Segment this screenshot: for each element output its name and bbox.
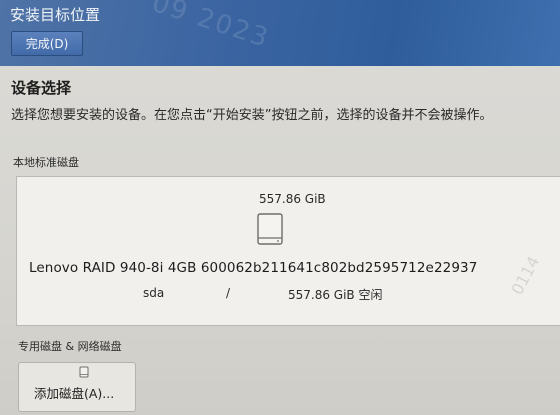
- disk-free-space: 557.86 GiB 空闲: [288, 288, 383, 302]
- disk-size: 557.86 GiB: [259, 192, 326, 206]
- disk-add-icon: [79, 366, 89, 378]
- done-button[interactable]: 完成(D): [11, 31, 83, 56]
- local-disks-panel: 557.86 GiB Lenovo RAID 940-8i 4GB 600062…: [16, 176, 560, 326]
- installation-destination-screen: 09 2023 安装目标位置 完成(D) 设备选择 选择您想要安装的设备。在您点…: [0, 0, 560, 415]
- device-selection-description: 选择您想要安装的设备。在您点击“开始安装”按钮之前，选择的设备并不会被操作。: [11, 108, 493, 123]
- main-content: 设备选择 选择您想要安装的设备。在您点击“开始安装”按钮之前，选择的设备并不会被…: [0, 66, 560, 415]
- device-selection-title: 设备选择: [11, 79, 72, 97]
- hard-disk-icon[interactable]: [255, 213, 285, 245]
- header-watermark: 09 2023: [148, 0, 274, 55]
- specialized-disks-label: 专用磁盘 & 网络磁盘: [18, 340, 122, 353]
- add-disk-button[interactable]: 添加磁盘(A)...: [18, 362, 136, 412]
- disk-mount: /: [226, 286, 231, 300]
- disk-name: Lenovo RAID 940-8i 4GB 600062b211641c802…: [29, 260, 478, 276]
- page-title: 安装目标位置: [10, 6, 101, 24]
- local-standard-disks-label: 本地标准磁盘: [13, 156, 79, 169]
- add-disk-label: 添加磁盘(A)...: [34, 386, 115, 401]
- header-bar: 09 2023 安装目标位置 完成(D): [0, 0, 560, 66]
- disk-device: sda: [143, 286, 165, 300]
